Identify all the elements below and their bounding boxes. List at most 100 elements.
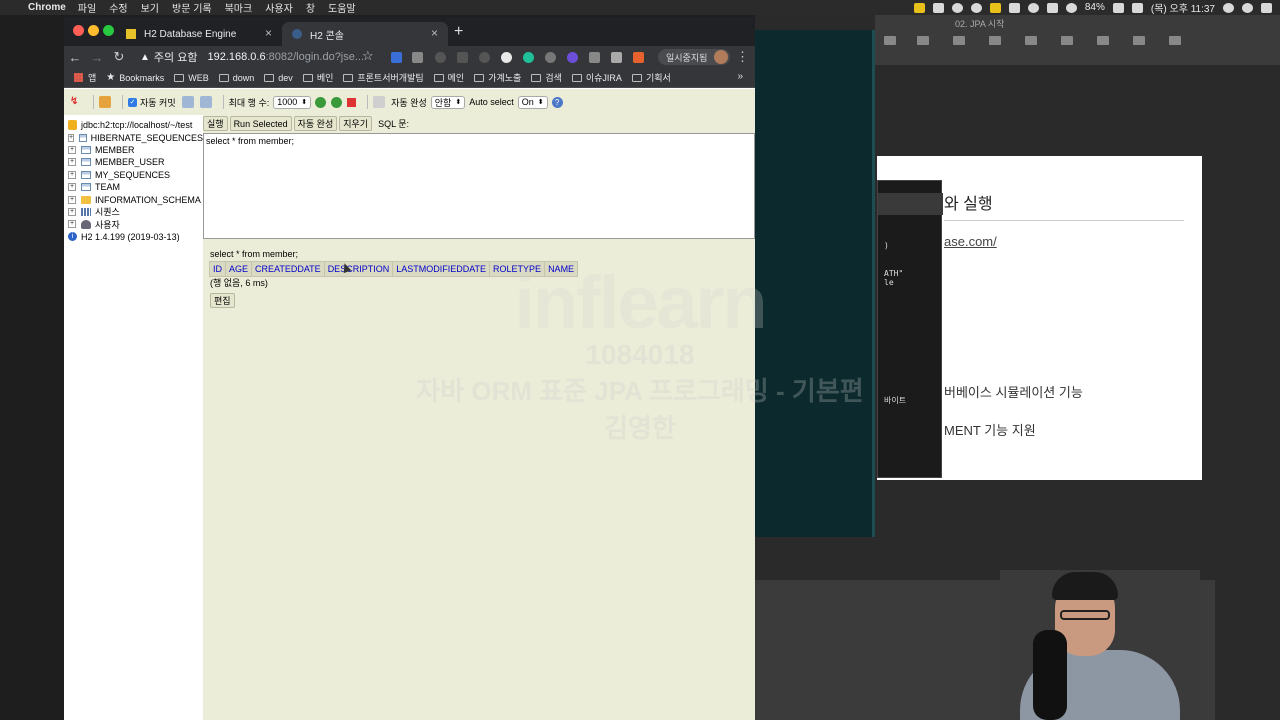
- bookmarks-overflow-button[interactable]: »: [737, 71, 743, 82]
- auto-complete-button[interactable]: 자동 완성: [293, 116, 338, 131]
- profile-button[interactable]: 일시중지됨: [658, 49, 730, 65]
- translate-extension-icon[interactable]: [391, 52, 402, 63]
- minimize-window-button[interactable]: [88, 25, 99, 36]
- chrome-menu-icon[interactable]: ⋮: [736, 49, 749, 65]
- expand-icon[interactable]: +: [68, 133, 75, 142]
- disconnect-icon[interactable]: ↯: [70, 96, 82, 108]
- expand-icon[interactable]: +: [68, 145, 76, 154]
- bookmark-folder[interactable]: 메인: [433, 71, 464, 84]
- menu-history[interactable]: 방문 기록: [172, 0, 212, 15]
- bookmark-folder[interactable]: down: [218, 73, 254, 83]
- reload-button[interactable]: ↻: [108, 49, 130, 65]
- comment-icon[interactable]: [1133, 36, 1145, 45]
- status-app-icon[interactable]: [1027, 2, 1039, 13]
- notification-center-icon[interactable]: [1261, 2, 1272, 13]
- auto-select-select[interactable]: On ⬍: [517, 95, 548, 109]
- tree-node-table[interactable]: + MEMBER: [64, 144, 203, 156]
- extension-icon[interactable]: [412, 52, 423, 63]
- run-button[interactable]: 실행: [203, 116, 228, 131]
- column-header-id[interactable]: ID: [209, 261, 226, 277]
- bookmark-item[interactable]: ★ Bookmarks: [106, 72, 164, 83]
- menu-app-name[interactable]: Chrome: [28, 2, 66, 13]
- column-header-roletype[interactable]: ROLETYPE: [489, 261, 546, 277]
- extension-icon[interactable]: [633, 52, 644, 63]
- run-selected-icon[interactable]: [331, 96, 343, 108]
- menu-people[interactable]: 사용자: [265, 0, 293, 15]
- wifi-icon[interactable]: [1065, 2, 1077, 13]
- format-icon[interactable]: [1169, 36, 1181, 45]
- menu-window[interactable]: 창: [306, 0, 315, 15]
- security-warning-label[interactable]: 주의 요함: [154, 49, 198, 65]
- terminal-window[interactable]: [755, 30, 875, 537]
- commit-icon[interactable]: [199, 96, 212, 108]
- tree-node-table[interactable]: + TEAM: [64, 181, 203, 193]
- table-icon[interactable]: [953, 36, 965, 45]
- menu-view[interactable]: 보기: [141, 0, 159, 15]
- expand-icon[interactable]: +: [68, 183, 76, 192]
- auto-complete-select[interactable]: 안함 ⬍: [430, 95, 466, 109]
- back-button[interactable]: ←: [64, 50, 86, 65]
- column-header-age[interactable]: AGE: [224, 261, 253, 277]
- pocket-extension-icon[interactable]: [457, 52, 468, 63]
- menu-help[interactable]: 도움말: [328, 0, 356, 15]
- slide-link[interactable]: ase.com/: [944, 234, 997, 249]
- clock[interactable]: (목) 오후 11:37: [1151, 0, 1215, 15]
- expand-icon[interactable]: +: [68, 170, 76, 179]
- edit-button[interactable]: 편집: [210, 293, 235, 308]
- expand-icon[interactable]: +: [68, 195, 76, 204]
- bookmark-star-icon[interactable]: ☆: [362, 48, 374, 64]
- bookmark-folder[interactable]: 기획서: [631, 71, 671, 84]
- rollback-icon[interactable]: [181, 96, 194, 108]
- zoom-window-button[interactable]: [103, 25, 114, 36]
- address-bar[interactable]: ▲ 주의 요함 192.168.0.6:8082/login.do?jse...: [140, 48, 380, 66]
- stop-icon[interactable]: [347, 97, 357, 107]
- bookmark-apps[interactable]: 앱: [74, 71, 96, 84]
- bookmark-folder[interactable]: WEB: [174, 73, 209, 83]
- tree-node-table[interactable]: + MEMBER_USER: [64, 156, 203, 168]
- status-app-icon[interactable]: [989, 2, 1001, 13]
- max-rows-select[interactable]: 1000 ⬍: [273, 95, 312, 109]
- auto-commit-checkbox[interactable]: ✓ 자동 커밋: [128, 96, 176, 109]
- tree-node-users[interactable]: + 사용자: [64, 218, 203, 230]
- run-icon[interactable]: [315, 96, 327, 108]
- run-selected-button[interactable]: Run Selected: [229, 116, 292, 131]
- spotlight-icon[interactable]: [1223, 2, 1234, 13]
- bookmark-folder[interactable]: 베인: [302, 71, 333, 84]
- column-header-createddate[interactable]: CREATEDDATE: [251, 261, 325, 277]
- history-icon[interactable]: [373, 96, 386, 108]
- status-app-icon[interactable]: [970, 2, 982, 13]
- tree-node-table[interactable]: + HIBERNATE_SEQUENCES: [64, 131, 203, 143]
- status-app-icon[interactable]: [913, 2, 925, 13]
- bookmark-folder[interactable]: 검색: [531, 71, 562, 84]
- extension-icon[interactable]: [567, 52, 578, 63]
- extension-icon[interactable]: [435, 52, 446, 63]
- bookmark-folder[interactable]: dev: [264, 73, 293, 83]
- input-source-icon[interactable]: [1131, 2, 1143, 13]
- expand-icon[interactable]: +: [68, 220, 76, 229]
- tree-node-sequences[interactable]: + 시퀀스: [64, 206, 203, 218]
- new-tab-button[interactable]: +: [454, 23, 463, 41]
- status-app-icon[interactable]: [932, 2, 944, 13]
- refresh-icon[interactable]: [99, 96, 111, 108]
- column-header-name[interactable]: NAME: [544, 261, 579, 277]
- bookmark-folder[interactable]: 이슈JIRA: [571, 71, 622, 84]
- extension-icon[interactable]: [523, 52, 534, 63]
- extension-icon[interactable]: [611, 52, 622, 63]
- siri-icon[interactable]: [1242, 2, 1253, 13]
- extension-icon[interactable]: [479, 52, 490, 63]
- keynote-tool-icon[interactable]: [917, 36, 929, 45]
- menu-file[interactable]: 파일: [78, 0, 96, 15]
- chart-icon[interactable]: [989, 36, 1001, 45]
- tab-close-icon[interactable]: ×: [265, 26, 272, 40]
- tree-node-folder[interactable]: + INFORMATION_SCHEMA: [64, 193, 203, 205]
- bookmark-folder[interactable]: 가계노출: [474, 71, 521, 84]
- menu-edit[interactable]: 수정: [109, 0, 127, 15]
- shape-icon[interactable]: [1061, 36, 1073, 45]
- help-icon[interactable]: ?: [551, 96, 563, 108]
- extension-icon[interactable]: [501, 52, 512, 63]
- column-header-description[interactable]: DESCRIPTION: [323, 261, 394, 277]
- extension-icon[interactable]: [545, 52, 556, 63]
- status-app-icon[interactable]: [1008, 2, 1020, 13]
- clear-button[interactable]: 지우기: [339, 116, 373, 131]
- media-icon[interactable]: [1097, 36, 1109, 45]
